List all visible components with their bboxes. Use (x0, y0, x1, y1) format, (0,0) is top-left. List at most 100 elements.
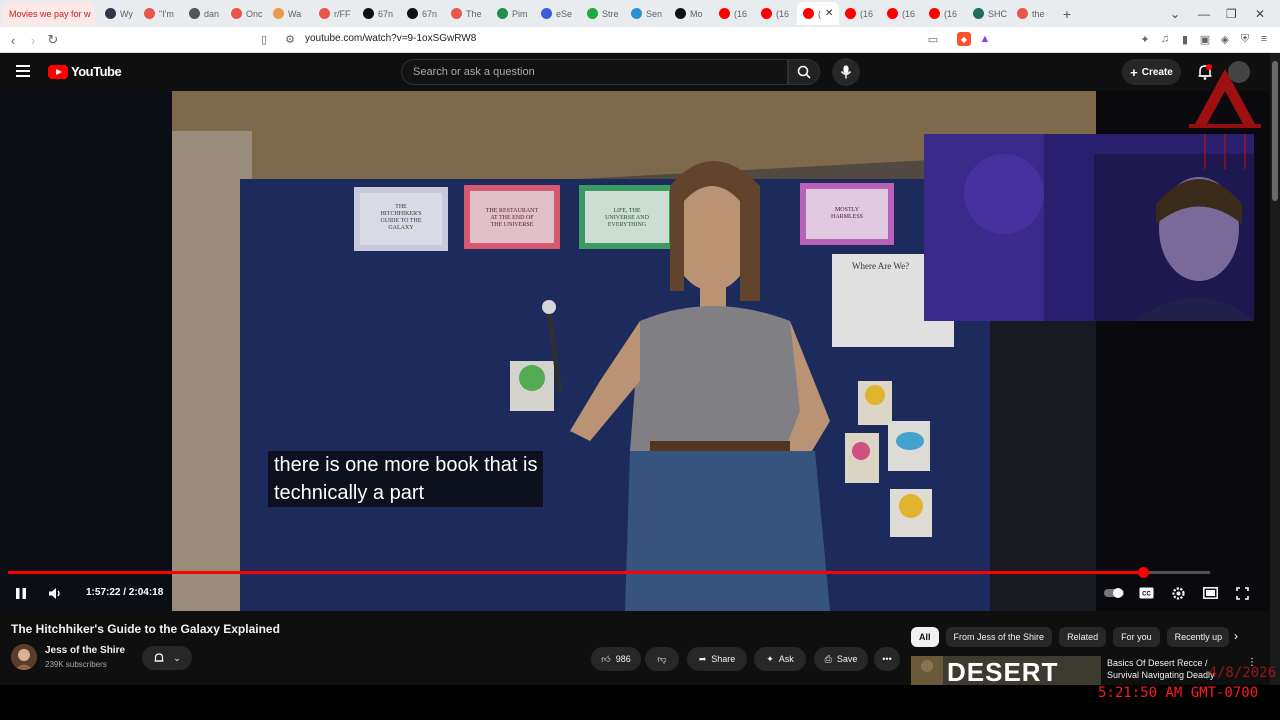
browser-tab[interactable]: Sen (625, 2, 669, 25)
youtube-logo[interactable]: YouTube (48, 64, 122, 79)
browser-tab-label: (16 (902, 8, 916, 19)
page-scrollbar[interactable] (1270, 53, 1280, 685)
stream-overlay-logo (1189, 69, 1261, 169)
media-icon[interactable]: ♫ (1158, 32, 1172, 46)
filter-chip[interactable]: Recently up (1166, 627, 1229, 647)
reload-icon[interactable]: ↻ (43, 30, 63, 50)
sidebar-icon[interactable]: ▮ (1178, 32, 1192, 46)
tab-favicon-icon (273, 8, 284, 19)
browser-tab[interactable]: Wa (267, 2, 313, 25)
browser-tab[interactable]: (16 (713, 2, 755, 25)
search-input[interactable]: Search or ask a question (401, 59, 788, 85)
url-field[interactable]: youtube.com/watch?v=9-1oxSGwRW8 (305, 33, 476, 44)
vpn-icon[interactable]: ◈ (1218, 32, 1232, 46)
filter-chip[interactable]: From Jess of the Shire (945, 627, 1053, 647)
browser-tab[interactable]: Wy (99, 2, 138, 25)
browser-tab[interactable]: the (1011, 2, 1057, 25)
close-tab-icon[interactable]: ✕ (825, 8, 833, 19)
browser-tab-label: dan (204, 8, 220, 19)
browser-tab[interactable]: (16 (923, 2, 967, 25)
shield-icon[interactable]: ⛨ (1238, 32, 1252, 46)
browser-tab[interactable]: r/FF (313, 2, 357, 25)
site-info-icon[interactable]: ⚙ (283, 32, 297, 46)
forward-icon[interactable]: › (23, 30, 43, 50)
cast-icon[interactable]: ▭ (926, 32, 940, 46)
subscriber-count: 239K subscribers (45, 660, 107, 669)
like-button[interactable]: 👍︎ 986 (591, 647, 641, 671)
filter-chip[interactable]: Related (1059, 627, 1107, 647)
maximize-button[interactable]: ❐ (1226, 0, 1237, 27)
browser-tab[interactable]: SHC (967, 2, 1011, 25)
bookmark-icon[interactable]: ▯ (257, 32, 271, 46)
plus-icon: + (1130, 64, 1138, 80)
progress-bar[interactable] (8, 567, 1210, 578)
sparkle-icon: ✦ (766, 653, 774, 664)
theater-mode-button[interactable] (1201, 583, 1219, 603)
scrollbar-thumb[interactable] (1272, 61, 1278, 201)
browser-tab[interactable]: 67n (401, 2, 445, 25)
save-button[interactable]: ⎙ Save (814, 647, 868, 671)
browser-tab[interactable]: Pim (491, 2, 535, 25)
browser-tab[interactable]: (16 (881, 2, 923, 25)
browser-tab-label: Sen (646, 8, 663, 19)
volume-icon (49, 587, 60, 599)
captions-button[interactable]: CC (1137, 583, 1155, 603)
tab-search-icon[interactable]: ⌄ (1170, 0, 1180, 27)
tab-favicon-icon (319, 8, 330, 19)
browser-tab[interactable]: (16 (755, 2, 797, 25)
tab-favicon-icon (541, 8, 552, 19)
browser-tab[interactable]: Movies we pay for w (3, 2, 95, 25)
volume-button[interactable] (46, 583, 64, 603)
progress-scrubber[interactable] (1138, 567, 1150, 578)
create-button[interactable]: + Create (1122, 59, 1181, 85)
svg-text:CC: CC (1142, 592, 1151, 598)
browser-menu-icon[interactable]: ≡ (1257, 32, 1271, 46)
browser-tab[interactable]: eSe (535, 2, 581, 25)
hamburger-menu-icon[interactable] (16, 65, 30, 77)
tab-favicon-icon (407, 8, 418, 19)
chevron-right-icon[interactable]: › (1234, 629, 1238, 643)
share-button[interactable]: ➦ Share (687, 647, 747, 671)
bookmark-save-icon: ⎙ (824, 653, 832, 664)
extensions-icon[interactable]: ✦ (1138, 32, 1152, 46)
browser-tab[interactable]: 67n (357, 2, 401, 25)
pause-button[interactable] (12, 583, 30, 603)
filter-chip[interactable]: All (911, 627, 939, 647)
video-details: The Hitchhiker's Guide to the Galaxy Exp… (0, 611, 1270, 685)
browser-tab[interactable]: (✕ (797, 2, 839, 25)
brave-shield-icon[interactable]: ◆ (957, 32, 971, 46)
browser-tab[interactable]: Onc (225, 2, 267, 25)
dislike-button[interactable]: 👎︎ (645, 647, 679, 671)
settings-button[interactable] (1169, 583, 1187, 603)
more-actions-button[interactable]: ••• (874, 647, 900, 671)
back-icon[interactable]: ‹ (3, 30, 23, 50)
browser-tab-label: The (466, 8, 482, 19)
fullscreen-button[interactable] (1233, 583, 1251, 603)
video-player[interactable]: THE HITCHHIKER'S GUIDE TO THE GALAXY THE… (0, 91, 1270, 611)
browser-tab[interactable]: dan (183, 2, 225, 25)
voice-search-button[interactable] (832, 58, 860, 86)
subscription-bell-button[interactable]: ⌄ (142, 646, 192, 670)
new-tab-button[interactable]: + (1057, 6, 1077, 22)
browser-tab-label: 67n (378, 8, 394, 19)
rewards-icon[interactable]: ▲ (978, 32, 992, 46)
wallet-icon[interactable]: ▣ (1198, 32, 1212, 46)
channel-avatar[interactable] (11, 644, 37, 670)
book-card-1: THE HITCHHIKER'S GUIDE TO THE GALAXY (380, 204, 422, 231)
recommended-video-thumbnail[interactable]: DESERT (911, 656, 1101, 685)
fullscreen-icon (1235, 586, 1249, 600)
browser-tab[interactable]: Mo (669, 2, 713, 25)
autoplay-toggle[interactable] (1102, 583, 1126, 603)
browser-tab[interactable]: The (445, 2, 491, 25)
tab-favicon-icon (189, 8, 200, 19)
browser-tab-label: "I'm (159, 8, 174, 19)
ask-button[interactable]: ✦ Ask (754, 647, 806, 671)
search-button[interactable] (788, 59, 820, 85)
browser-tab[interactable]: "I'm (138, 2, 183, 25)
minimize-button[interactable]: — (1198, 0, 1210, 27)
close-window-button[interactable]: ✕ (1255, 0, 1265, 27)
browser-tab[interactable]: (16 (839, 2, 881, 25)
browser-tab[interactable]: Stre (581, 2, 625, 25)
filter-chip[interactable]: For you (1113, 627, 1160, 647)
channel-name[interactable]: Jess of the Shire (45, 645, 125, 656)
